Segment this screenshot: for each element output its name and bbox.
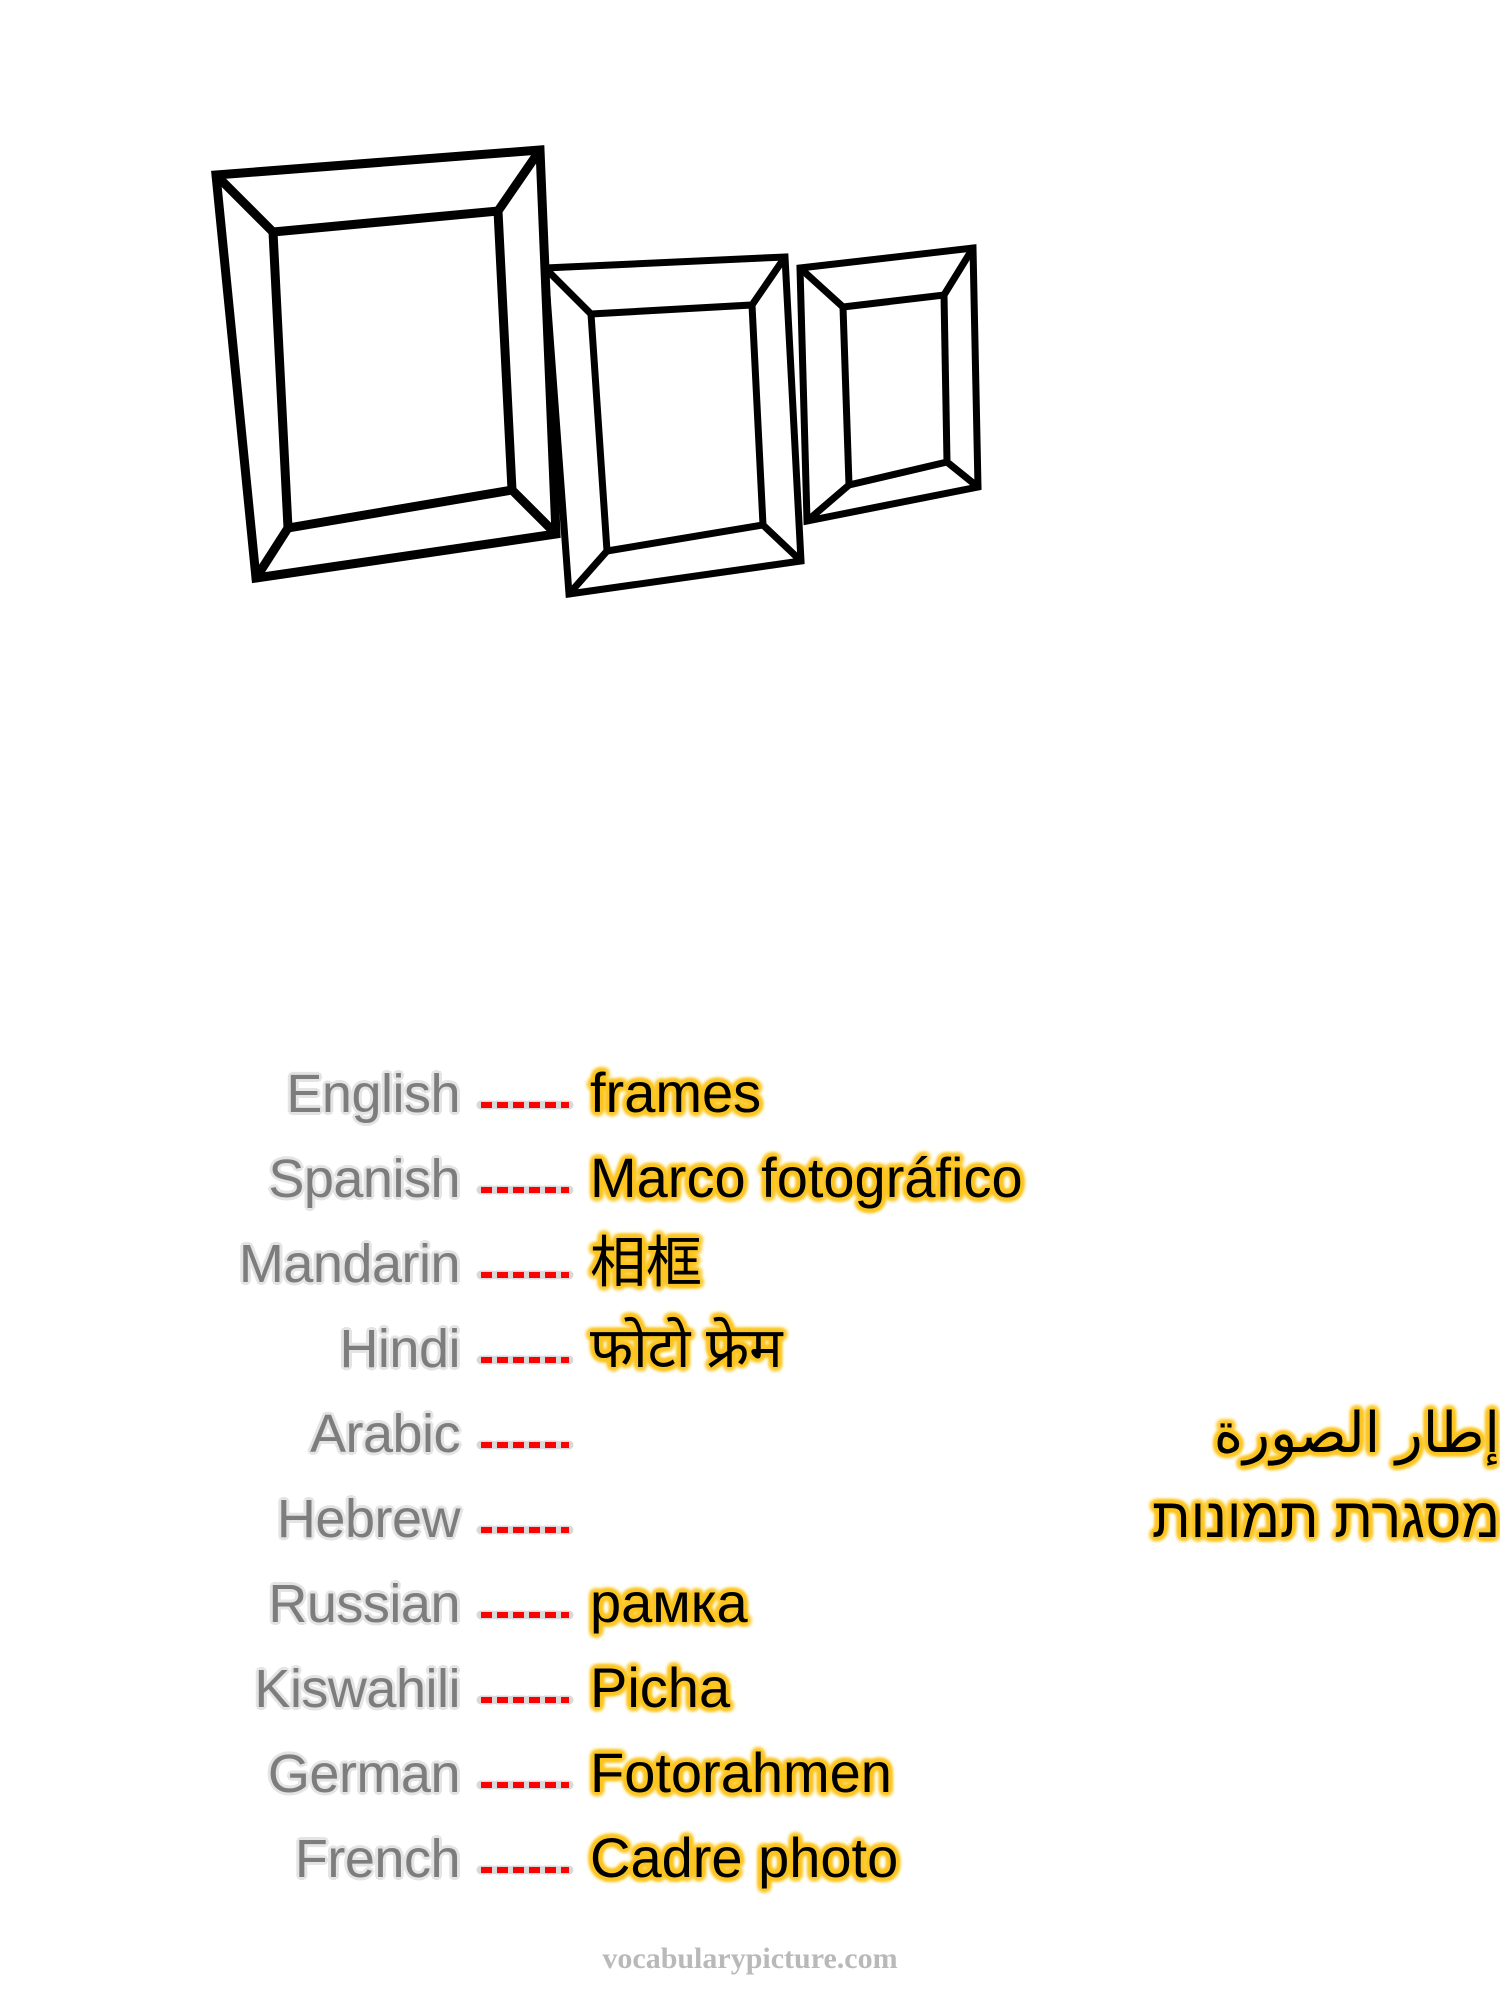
translation-word: 相框	[590, 1231, 702, 1294]
dash-icon	[476, 1440, 574, 1450]
translation-word: Picha	[590, 1656, 731, 1719]
dash-icon	[476, 1355, 574, 1365]
frame-1-inner	[268, 206, 517, 534]
translation-word: إطار الصورة	[1213, 1401, 1500, 1464]
translation-word: Cadre photo	[590, 1826, 899, 1889]
language-label: Spanish	[268, 1149, 460, 1209]
frame-2-inner	[587, 301, 767, 556]
translation-word: फोटो फ्रेम	[590, 1316, 783, 1379]
frame-group-front-left	[211, 145, 561, 584]
dashed-separator	[460, 1148, 590, 1233]
list-item: Spanish Marco fotográfico	[0, 1135, 1500, 1220]
language-label: Hindi	[339, 1319, 460, 1379]
translation-word: рамка	[590, 1571, 748, 1634]
dashed-separator	[460, 1233, 590, 1318]
dash-icon	[476, 1780, 574, 1790]
picture-frames-illustration	[0, 0, 1500, 760]
dash-icon	[476, 1865, 574, 1875]
language-label: French	[294, 1829, 461, 1889]
list-item: English frames	[0, 1050, 1500, 1135]
language-label: Kiswahili	[254, 1659, 460, 1719]
dash-icon	[476, 1270, 574, 1280]
vocabulary-translation-list: English frames Spanish Marco fotográfico…	[0, 1050, 1500, 1900]
list-item: Mandarin 相框	[0, 1220, 1500, 1305]
dashed-separator	[460, 1488, 590, 1573]
frame-group-middle	[541, 253, 805, 598]
dash-icon	[476, 1185, 574, 1195]
list-item: Kiswahili Picha	[0, 1645, 1500, 1730]
site-watermark: vocabularypicture.com	[602, 1942, 898, 1975]
list-item: German Fotorahmen	[0, 1730, 1500, 1815]
dash-icon	[476, 1100, 574, 1110]
language-label: Mandarin	[238, 1234, 461, 1294]
dashed-separator	[460, 1403, 590, 1488]
dash-icon	[476, 1525, 574, 1535]
list-item: French Cadre photo	[0, 1815, 1500, 1900]
frame-group-back-right	[796, 244, 982, 526]
translation-word: frames	[590, 1061, 762, 1124]
list-item: Hindi फोटो फ्रेम	[0, 1305, 1500, 1390]
list-item: Arabic إطار الصورة	[0, 1390, 1500, 1475]
language-label: Hebrew	[276, 1489, 461, 1549]
frames-drawing	[211, 145, 982, 598]
dash-icon	[476, 1695, 574, 1705]
translation-word: Fotorahmen	[590, 1741, 892, 1804]
language-label: German	[267, 1744, 461, 1804]
dashed-separator	[460, 1658, 590, 1743]
language-label: Russian	[268, 1574, 460, 1634]
language-label: Arabic	[309, 1404, 461, 1464]
language-label: English	[286, 1064, 460, 1124]
list-item: Russian рамка	[0, 1560, 1500, 1645]
frame-3-inner	[839, 291, 951, 490]
dash-icon	[476, 1610, 574, 1620]
translation-word: Marco fotográfico	[590, 1146, 1023, 1209]
footer: vocabularypicture.com	[0, 1942, 1500, 1976]
dashed-separator	[460, 1573, 590, 1658]
list-item: Hebrew מסגרת תמונות	[0, 1475, 1500, 1560]
dashed-separator	[460, 1743, 590, 1828]
dashed-separator	[460, 1063, 590, 1148]
dashed-separator	[460, 1828, 590, 1913]
dashed-separator	[460, 1318, 590, 1403]
translation-word: מסגרת תמונות	[1151, 1486, 1500, 1549]
